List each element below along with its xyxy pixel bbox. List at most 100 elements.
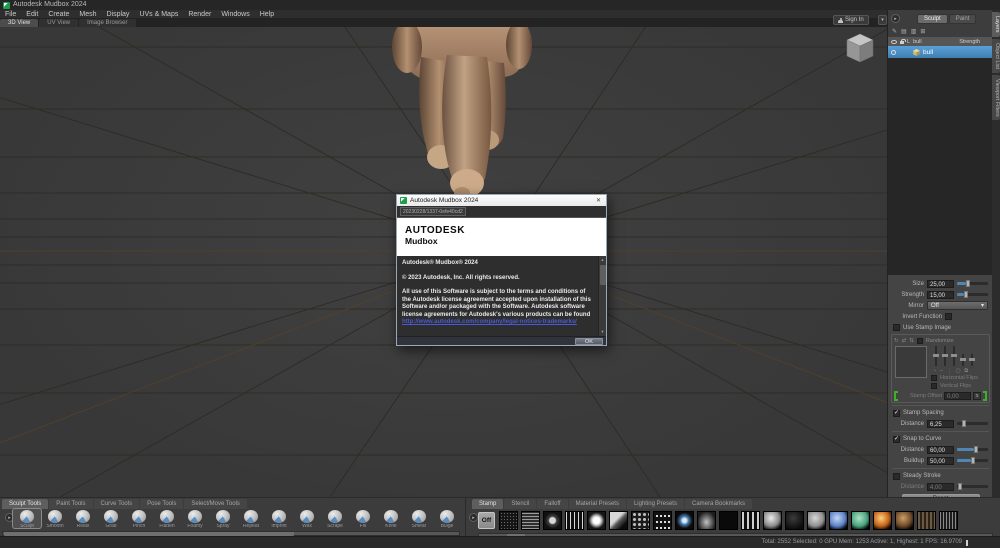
mirror-dropdown[interactable]: Off ▾ [927, 301, 988, 310]
snap-distance-slider[interactable] [957, 448, 988, 451]
dialog-scrollbar[interactable]: ▲ ▼ [598, 256, 606, 336]
sculpt-tool[interactable]: Repeat [237, 509, 265, 528]
stamp-thumb[interactable] [851, 511, 870, 530]
stamp-tray-tab[interactable]: Camera Bookmarks [685, 499, 752, 509]
sculpt-tool[interactable]: Fill [349, 509, 377, 528]
stamp-thumb[interactable] [653, 511, 672, 530]
menu-item[interactable]: Render [183, 10, 216, 19]
tool-tray-tab[interactable]: Select/Move Tools [184, 499, 247, 509]
lock-icon[interactable] [900, 41, 904, 44]
stamp-tray-tab[interactable]: Lighting Presets [627, 499, 684, 509]
tool-tray-tab[interactable]: Paint Tools [49, 499, 92, 509]
stamp-tray-tab[interactable]: Falloff [537, 499, 567, 509]
stamp-preview[interactable] [895, 346, 927, 378]
randomize-checkbox[interactable] [917, 338, 923, 344]
size-slider[interactable] [957, 282, 988, 285]
sculpt-tool[interactable]: Spray [209, 509, 237, 528]
stamp-thumb[interactable] [609, 511, 628, 530]
snap-distance-input[interactable]: 60,00 [927, 446, 954, 454]
buildup-input[interactable]: 50,00 [927, 457, 954, 465]
stamp-offset-input[interactable]: 0,00 [944, 392, 971, 400]
legal-notices-link[interactable]: http://www.autodesk.com/company/legal-no… [402, 319, 577, 325]
tool-tray-tab[interactable]: Sculpt Tools [2, 499, 48, 509]
stamp-spacing-checkbox[interactable]: ✓ [893, 410, 900, 417]
flip-h-icon[interactable]: ⇄ [902, 338, 907, 344]
gear-icon[interactable] [891, 50, 896, 55]
snap-to-curve-checkbox[interactable]: ✓ [893, 436, 900, 443]
sign-in-dropdown[interactable]: ▾ [878, 15, 887, 25]
menu-item[interactable]: Display [101, 10, 134, 19]
spacing-distance-input[interactable]: 6,25 [927, 420, 954, 428]
rotate-icon[interactable]: ↻ [894, 338, 899, 344]
view-tab[interactable]: 3D View [0, 19, 38, 27]
menu-item[interactable]: Windows [216, 10, 254, 19]
sculpt-tool[interactable]: Scrape [321, 509, 349, 528]
stamp-sliders[interactable] [935, 346, 987, 366]
stamp-thumb[interactable] [587, 511, 606, 530]
panel-side-tab[interactable]: Layers [992, 12, 1000, 37]
panel-side-tab[interactable]: Viewport Filters [992, 75, 1000, 121]
stamp-thumb[interactable] [873, 511, 892, 530]
sculpt-tool[interactable]: Grab [97, 509, 125, 528]
stamp-tray-tab[interactable]: Stencil [504, 499, 536, 509]
menu-item[interactable]: Help [255, 10, 279, 19]
sculpt-tool[interactable]: Wax [293, 509, 321, 528]
layers-list-empty[interactable] [888, 58, 993, 275]
stamp-thumb[interactable] [499, 511, 518, 530]
stamp-thumb[interactable] [697, 511, 716, 530]
stamp-thumb[interactable] [939, 511, 958, 530]
tool-tray-tab[interactable]: Curve Tools [94, 499, 140, 509]
menu-item[interactable]: File [0, 10, 21, 19]
view-cube[interactable] [845, 33, 875, 65]
stamp-thumb[interactable] [675, 511, 694, 530]
strength-slider[interactable] [957, 293, 988, 296]
close-icon[interactable]: ✕ [594, 196, 603, 206]
view-tab[interactable]: Image Browser [79, 19, 135, 27]
sculpt-tool[interactable]: Foamy [181, 509, 209, 528]
stamp-thumb[interactable] [807, 511, 826, 530]
tool-tray-tab[interactable]: Pose Tools [140, 499, 183, 509]
edit-icon[interactable]: ▢ [956, 368, 961, 374]
menu-item[interactable]: UVs & Maps [134, 10, 183, 19]
menu-item[interactable]: Mesh [74, 10, 101, 19]
sign-in-button[interactable]: Sign In [833, 15, 869, 25]
view-tab[interactable]: UV View [39, 19, 78, 27]
vertical-flips-checkbox[interactable] [931, 383, 937, 389]
steady-distance-input[interactable]: 4,00 [927, 483, 954, 491]
visibility-eye-icon[interactable] [891, 40, 897, 44]
horizontal-flips-checkbox[interactable] [931, 375, 937, 381]
sculpt-tool[interactable]: Pinch [125, 509, 153, 528]
menu-item[interactable]: Create [43, 10, 74, 19]
ok-button[interactable]: OK [575, 338, 603, 345]
layer-mode-tab[interactable]: Sculpt [917, 14, 948, 24]
invert-function-checkbox[interactable] [945, 313, 952, 320]
sculpt-tool[interactable]: Relax [69, 509, 97, 528]
stamp-thumb[interactable] [543, 511, 562, 530]
delete-layer-icon[interactable]: ▥ [911, 27, 917, 37]
size-input[interactable]: 25,00 [927, 280, 954, 288]
strength-input[interactable]: 15,00 [927, 291, 954, 299]
stamp-thumb[interactable] [785, 511, 804, 530]
stamp-thumb[interactable] [565, 511, 584, 530]
steady-stroke-checkbox[interactable] [893, 473, 900, 480]
new-layer-icon[interactable]: ✎ [892, 27, 897, 37]
stamp-tray-tab[interactable]: Stamp [472, 499, 503, 509]
layer-row-selected[interactable]: bull [888, 46, 993, 58]
minus-icon[interactable]: ‒ [940, 368, 943, 374]
stamp-thumb[interactable] [763, 511, 782, 530]
stamp-thumb[interactable] [917, 511, 936, 530]
sculpt-tool[interactable]: Imprint [265, 509, 293, 528]
stamp-off-button[interactable]: Off [478, 512, 495, 529]
sculpt-tool[interactable]: Smear [405, 509, 433, 528]
menu-item[interactable]: Edit [21, 10, 43, 19]
panel-collapse-button[interactable]: ▸ [891, 14, 900, 23]
buildup-slider[interactable] [957, 459, 988, 462]
stamp-tray-tab[interactable]: Material Presets [569, 499, 626, 509]
sculpt-tool[interactable]: Bulge [433, 509, 461, 528]
sculpt-tool[interactable]: Knife [377, 509, 405, 528]
dots-icon[interactable]: ⋮ [947, 368, 952, 374]
layer-mode-tab[interactable]: Paint [949, 14, 977, 24]
object-name[interactable]: bull [913, 39, 922, 45]
stamp-thumb[interactable] [631, 511, 650, 530]
stamp-thumb[interactable] [719, 511, 738, 530]
